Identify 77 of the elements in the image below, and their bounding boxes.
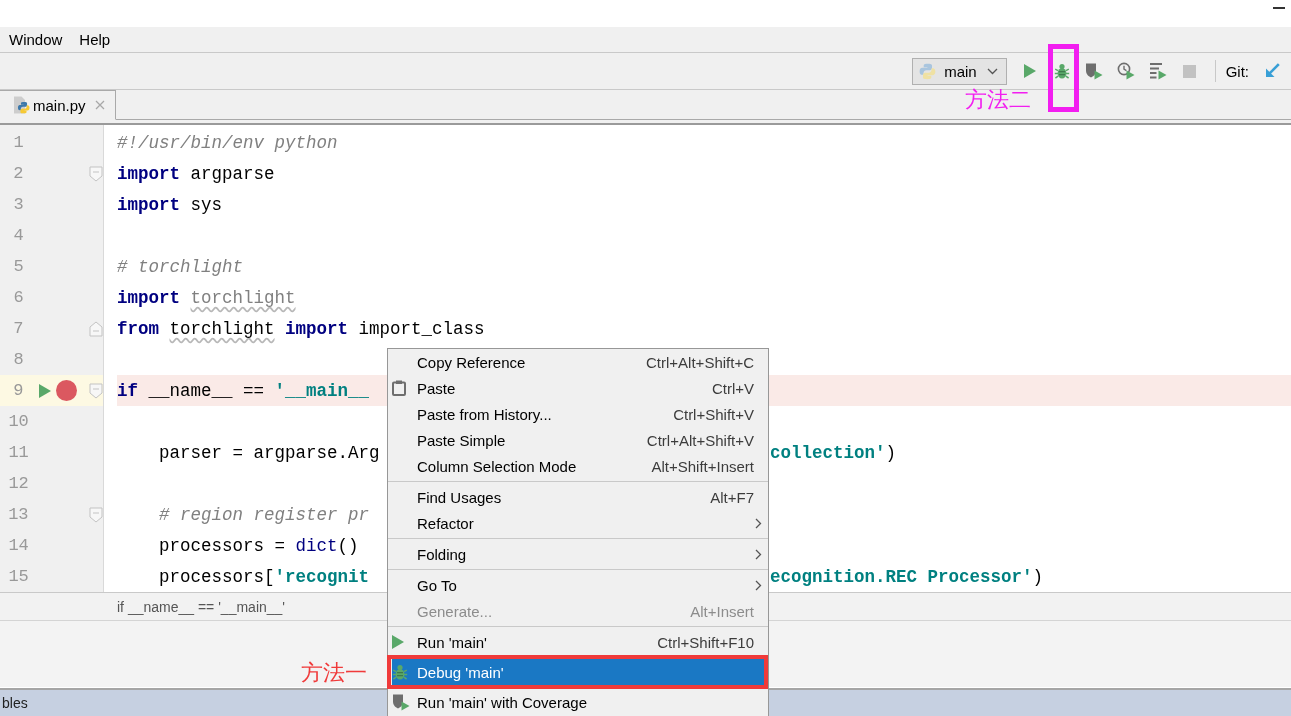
editor-tab[interactable]: main.py: [0, 90, 116, 120]
line-number: 11: [7, 443, 30, 462]
code-line: if __name__ == '__main__: [117, 380, 370, 401]
breadcrumb[interactable]: if __name__ == '__main__': [117, 598, 286, 615]
line-number: 10: [7, 412, 30, 431]
caret-down-icon: [986, 67, 998, 75]
lines-play-icon[interactable]: [1148, 62, 1167, 80]
bug-icon[interactable]: [1053, 63, 1070, 79]
menu-item[interactable]: Refactor: [392, 510, 764, 536]
line-number: 12: [7, 474, 30, 493]
code-line: collection'): [770, 442, 897, 463]
menu-item[interactable]: Column Selection Mode Alt+Shift+Insert: [392, 453, 764, 479]
line-number: 15: [7, 567, 30, 586]
code-line: parser = argparse.Arg: [158, 442, 380, 463]
line-number: 7: [12, 319, 25, 338]
menu-item[interactable]: Window: [9, 31, 63, 48]
line-number: 3: [12, 195, 25, 214]
code-line: import torchlight: [117, 287, 296, 308]
play-icon[interactable]: [1023, 64, 1036, 78]
code-line: #!/usr/bin/env python: [117, 132, 338, 153]
shield-play-icon[interactable]: [1084, 62, 1103, 80]
code-line: import argparse: [117, 163, 275, 184]
breakpoint-icon[interactable]: [55, 380, 77, 401]
fold-icon[interactable]: [89, 320, 103, 337]
keyboard-shortcut: Alt+Insert: [690, 602, 754, 620]
line-number: 13: [7, 505, 30, 524]
menu-item[interactable]: Paste Simple Ctrl+Alt+Shift+V: [392, 427, 764, 453]
menu-item[interactable]: Paste Ctrl+V: [392, 375, 764, 401]
code-line: # region register pr: [158, 504, 370, 525]
annotation-label: 方法一: [301, 660, 367, 686]
menu-item[interactable]: Find Usages Alt+F7: [392, 484, 764, 510]
menu-item[interactable]: Help: [79, 31, 111, 48]
run-config-dropdown[interactable]: main: [912, 57, 1007, 85]
annotation-label: 方法二: [964, 87, 1031, 113]
shield-play-icon: [392, 693, 410, 711]
line-number: 6: [12, 288, 25, 307]
keyboard-shortcut: Ctrl+Shift+F10: [657, 633, 754, 651]
close-icon[interactable]: [94, 100, 105, 110]
menu-item[interactable]: Copy Reference Ctrl+Alt+Shift+C: [392, 349, 764, 375]
keyboard-shortcut: Alt+F7: [710, 488, 754, 506]
menu-item[interactable]: Go To: [392, 572, 764, 598]
keyboard-shortcut: Ctrl+Shift+V: [673, 405, 754, 423]
line-number: 8: [12, 350, 25, 369]
arrow-down-left-icon[interactable]: [1264, 63, 1280, 79]
keyboard-shortcut: Ctrl+V: [711, 379, 754, 397]
keyboard-shortcut: Alt+Shift+Insert: [651, 457, 754, 475]
fold-icon[interactable]: [89, 382, 103, 399]
file-icon: [12, 96, 30, 114]
keyboard-shortcut: Ctrl+Alt+Shift+C: [646, 353, 754, 371]
line-number: 4: [12, 226, 25, 245]
clipboard-icon: [392, 380, 406, 396]
code-line: processors = dict(): [158, 535, 359, 556]
play-icon: [392, 635, 404, 649]
line-number: 9: [12, 381, 25, 400]
line-number: 14: [7, 536, 30, 555]
clock-play-icon[interactable]: [1116, 62, 1135, 80]
play-icon[interactable]: [39, 383, 51, 398]
menu-item[interactable]: Run 'main' Ctrl+Shift+F10: [392, 629, 764, 655]
keyboard-shortcut: Ctrl+Alt+Shift+V: [646, 431, 754, 449]
code-line: processors['recognit: [158, 566, 370, 587]
code-line: # torchlight: [117, 256, 244, 277]
bug-icon: [392, 664, 408, 680]
line-number: 2: [12, 164, 25, 183]
menu-item[interactable]: Folding: [392, 541, 764, 567]
code-line: import sys: [117, 194, 223, 215]
menu-item[interactable]: Paste from History... Ctrl+Shift+V: [392, 401, 764, 427]
logo-icon: [919, 62, 937, 80]
fold-icon[interactable]: [89, 506, 103, 523]
line-number: 1: [12, 133, 25, 152]
menu-item[interactable]: Run 'main' with Coverage: [392, 689, 764, 715]
code-line: ecognition.REC Processor'): [770, 566, 1044, 587]
tool-window-title[interactable]: bles: [2, 695, 28, 711]
code-line: from torchlight import import_class: [117, 318, 485, 339]
fold-icon[interactable]: [89, 165, 103, 182]
menu-item[interactable]: Debug 'main': [392, 659, 764, 685]
vcs-label: Git:: [1225, 62, 1249, 80]
line-number: 5: [12, 257, 25, 276]
